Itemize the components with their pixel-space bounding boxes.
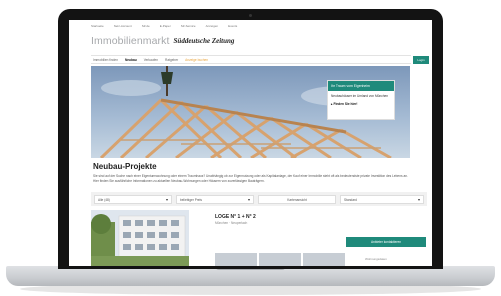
promo-link-label: Finden Sie hier! (333, 101, 358, 106)
logo-wordmark: Immobilienmarkt (91, 35, 170, 47)
topnav-item[interactable]: SZ-Service (181, 24, 196, 28)
promo-link[interactable]: ▸ Finden Sie hier! (328, 102, 394, 106)
listing-title[interactable]: LOGE N° 1 + N° 2 (215, 214, 256, 220)
top-navigation: Startseite Netz-Account SZ.de E-Paper SZ… (69, 20, 432, 32)
topnav-item[interactable]: Netz-Account (114, 24, 132, 28)
listing-image[interactable] (91, 210, 189, 266)
map-view-button[interactable]: Kartenansicht (258, 195, 336, 204)
location-select-value: Alle (48) (98, 197, 110, 202)
publisher-logo: Süddeutsche Zeitung (173, 37, 235, 45)
listing-location: München · Neuperlach (215, 221, 248, 225)
location-select[interactable]: Alle (48) ▾ (94, 195, 172, 204)
thumbnail[interactable] (259, 253, 301, 266)
promo-text: Neubauhäuser im Umland von München (331, 94, 389, 98)
chevron-down-icon: ▾ (165, 197, 168, 202)
nav-item-book-ad[interactable]: Anzeige buchen (185, 58, 208, 62)
promo-box[interactable]: Ihr Traum vom Eigenheim Neubauhäuser im … (327, 80, 395, 120)
site-logo[interactable]: Immobilienmarkt Süddeutsche Zeitung (91, 34, 234, 48)
chevron-down-icon: ▾ (247, 197, 250, 202)
nav-item-guide[interactable]: Ratgeber (165, 58, 178, 62)
nav-item-neubau[interactable]: Neubau (125, 58, 137, 62)
promo-title: Ihr Traum vom Eigenheim (328, 81, 394, 91)
listing-side-label: Wohnungsdaten (365, 257, 387, 261)
topnav-item[interactable]: Events (228, 24, 237, 28)
topnav-item[interactable]: Anzeigen (206, 24, 219, 28)
topnav-item[interactable]: E-Paper (160, 24, 171, 28)
nav-item-find[interactable]: Immobilien finden (93, 58, 118, 62)
browser-screen: Startseite Netz-Account SZ.de E-Paper SZ… (69, 20, 432, 266)
listing-card[interactable]: LOGE N° 1 + N° 2 München · Neuperlach An… (91, 210, 427, 266)
building-photo (91, 210, 189, 266)
listing-thumbnails (215, 253, 345, 266)
thumbnail[interactable] (303, 253, 345, 266)
topnav-item[interactable]: SZ.de (142, 24, 150, 28)
sort-select[interactable]: Standard ▾ (340, 195, 424, 204)
price-select[interactable]: beliebiger Preis ▾ (176, 195, 254, 204)
main-navigation: Immobilien finden Neubau Verkaufen Ratge… (91, 55, 411, 64)
chevron-down-icon: ▾ (417, 197, 420, 202)
filter-bar: Alle (48) ▾ beliebiger Preis ▾ Kartenans… (91, 192, 427, 206)
contact-provider-button[interactable]: Anbieter kontaktieren (346, 237, 426, 247)
nav-item-sell[interactable]: Verkaufen (144, 58, 158, 62)
page-title: Neubau-Projekte (93, 162, 157, 171)
webcam-icon (249, 14, 252, 17)
login-button[interactable]: Login (413, 56, 429, 64)
intro-text: Sie sind auf der Suche nach einer Eigent… (93, 174, 408, 183)
sort-select-value: Standard (344, 197, 357, 202)
thumbnail[interactable] (215, 253, 257, 266)
topnav-item[interactable]: Startseite (91, 24, 104, 28)
price-select-value: beliebiger Preis (180, 197, 202, 202)
map-view-label: Kartenansicht (287, 197, 307, 202)
